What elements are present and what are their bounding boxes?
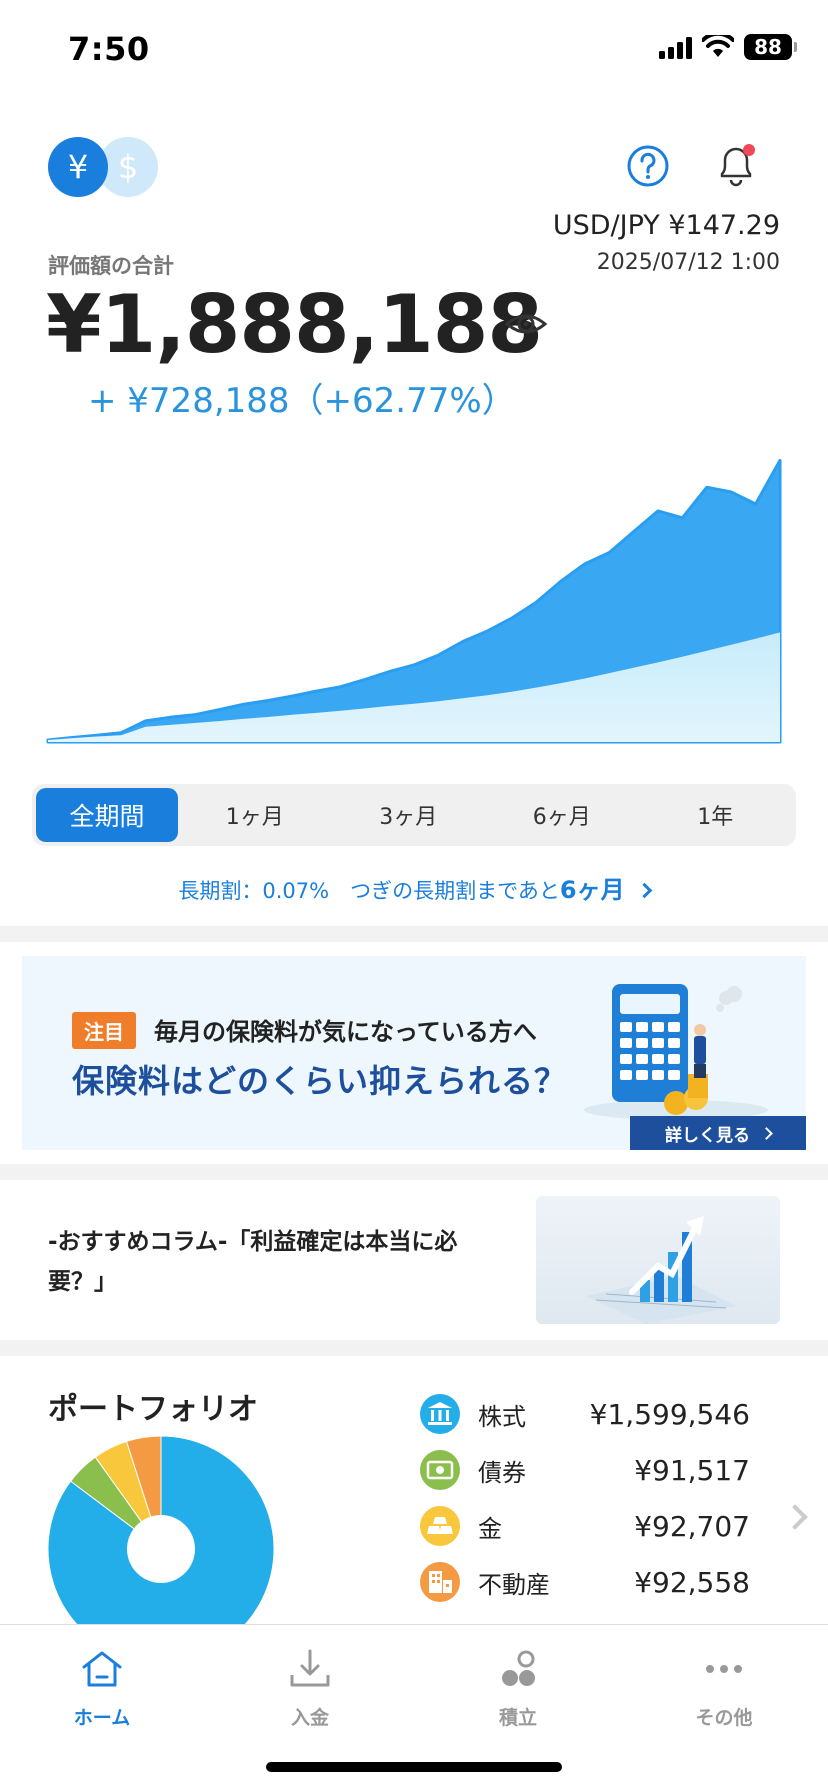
performance-chart[interactable] (40, 440, 788, 756)
nav-label: 積立 (498, 1707, 537, 1729)
nav-label: 入金 (290, 1707, 329, 1729)
section-divider (0, 926, 828, 942)
asset-value: ¥91,517 (634, 1453, 750, 1487)
wifi-icon (702, 35, 734, 57)
insurance-banner[interactable]: 注目 毎月の保険料が気になっている方へ 保険料はどのくらい抑えられる？ 詳しく見… (22, 956, 806, 1150)
asset-list: 株式 ¥1,599,546 債券 ¥91,517 金 ¥92,707 不動産 ¥… (420, 1386, 750, 1610)
nav-home[interactable]: ホーム (42, 1645, 162, 1730)
portfolio-section[interactable]: ポートフォリオ 株式 ¥1,599,546 債券 ¥91,517 金 ¥92,7… (0, 1356, 828, 1624)
asset-name: 債券 (478, 1458, 526, 1487)
status-time: 7:50 (68, 30, 150, 68)
recommended-column-card[interactable]: -おすすめコラム-「利益確定は本当に必要？」 (0, 1182, 828, 1338)
bill-icon (420, 1450, 460, 1490)
asset-name: 金 (478, 1514, 502, 1543)
visibility-toggle-icon[interactable] (504, 306, 548, 342)
status-indicators: 88 (659, 34, 797, 60)
asset-name: 不動産 (478, 1570, 550, 1599)
tab-1-year[interactable]: 1年 (639, 788, 793, 842)
banner-title: 保険料はどのくらい抑えられる？ (72, 1062, 568, 1100)
nav-deposit[interactable]: 入金 (250, 1645, 370, 1730)
help-icon[interactable] (626, 144, 670, 188)
battery-icon: 88 (744, 34, 797, 60)
asset-row-bonds[interactable]: 債券 ¥91,517 (420, 1442, 750, 1498)
banner-details-label: 詳しく見る (665, 1125, 750, 1146)
long-term-discount-text: 長期割：0.07% つぎの長期割まであと (178, 879, 560, 903)
portfolio-title: ポートフォリオ (48, 1392, 258, 1427)
asset-name: 株式 (478, 1402, 526, 1431)
nav-more[interactable]: その他 (664, 1645, 784, 1730)
bank-icon (420, 1394, 460, 1434)
total-value: ¥1,888,188 (46, 278, 543, 371)
asset-value: ¥92,558 (634, 1565, 750, 1599)
section-divider (0, 1340, 828, 1356)
status-bar: 7:50 88 (0, 0, 828, 100)
fx-rate: USD/JPY ¥147.29 (552, 210, 780, 241)
chevron-right-icon (636, 882, 652, 899)
calculator-illustration (584, 984, 768, 1120)
currency-toggle[interactable]: $ ¥ (48, 137, 158, 197)
coins-stack-icon (502, 1650, 535, 1686)
asset-row-gold[interactable]: 金 ¥92,707 (420, 1498, 750, 1554)
cellular-signal-icon (659, 35, 692, 59)
banner-details-button[interactable]: 詳しく見る (630, 1116, 806, 1150)
nav-accumulation[interactable]: 積立 (458, 1645, 578, 1730)
chevron-right-icon[interactable] (782, 1504, 808, 1530)
tab-all-period[interactable]: 全期間 (36, 788, 178, 842)
fx-rate-timestamp: 2025/07/12 1:00 (596, 250, 780, 275)
chevron-right-icon (760, 1126, 773, 1140)
more-dots-icon (706, 1665, 742, 1673)
section-divider (0, 1164, 828, 1180)
download-tray-icon (290, 1649, 330, 1687)
asset-row-stocks[interactable]: 株式 ¥1,599,546 (420, 1386, 750, 1442)
asset-row-real-estate[interactable]: 不動産 ¥92,558 (420, 1554, 750, 1610)
home-icon (82, 1651, 122, 1687)
tab-6-months[interactable]: 6ヶ月 (485, 788, 639, 842)
long-term-discount-link[interactable]: 長期割：0.07% つぎの長期割まであと6ヶ月 (0, 870, 828, 905)
banner-subtitle: 毎月の保険料が気になっている方へ (154, 1018, 537, 1046)
donut-hole (127, 1515, 195, 1583)
total-value-label: 評価額の合計 (48, 254, 174, 278)
asset-value: ¥1,599,546 (589, 1397, 750, 1431)
gold-bar-icon (420, 1506, 460, 1546)
home-indicator (266, 1762, 562, 1772)
long-term-months: 6ヶ月 (559, 876, 625, 904)
banner-tag: 注目 (72, 1012, 136, 1049)
tab-1-month[interactable]: 1ヶ月 (178, 788, 332, 842)
notification-bell-icon[interactable] (714, 140, 758, 190)
tab-3-months[interactable]: 3ヶ月 (332, 788, 486, 842)
nav-label: ホーム (73, 1707, 131, 1729)
building-icon (420, 1562, 460, 1602)
period-tabs: 全期間 1ヶ月 3ヶ月 6ヶ月 1年 (32, 784, 796, 846)
total-gain: + ¥728,188（+62.77%） (88, 381, 516, 421)
asset-value: ¥92,707 (634, 1509, 750, 1543)
column-title: -おすすめコラム-「利益確定は本当に必要？」 (48, 1229, 458, 1295)
nav-label: その他 (695, 1707, 753, 1729)
portfolio-donut-chart (48, 1436, 274, 1624)
yen-currency-button[interactable]: ¥ (48, 137, 108, 197)
column-thumbnail-image (536, 1196, 780, 1324)
